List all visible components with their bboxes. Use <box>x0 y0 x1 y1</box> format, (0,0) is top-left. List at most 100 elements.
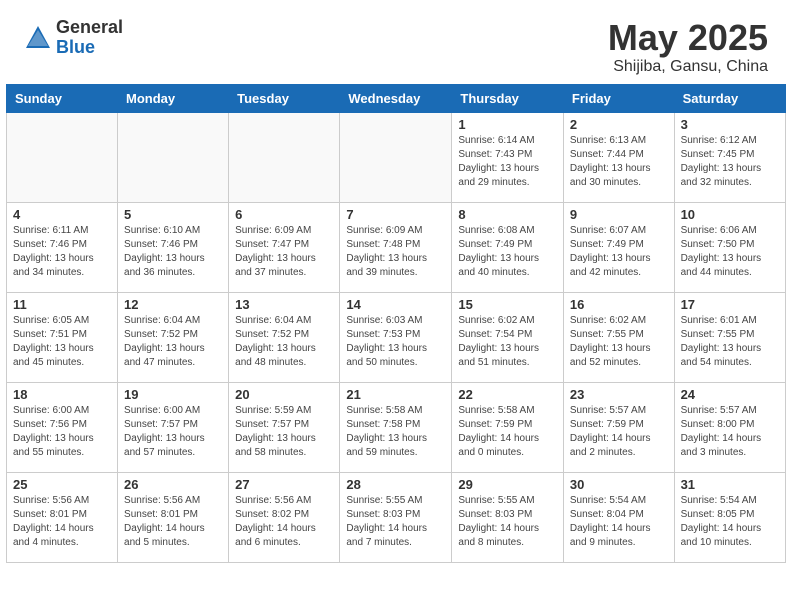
day-number: 21 <box>346 387 445 402</box>
calendar-cell: 23Sunrise: 5:57 AMSunset: 7:59 PMDayligh… <box>563 382 674 472</box>
day-info: Sunrise: 6:09 AMSunset: 7:48 PMDaylight:… <box>346 224 445 280</box>
calendar-week-3: 18 Sunrise: 6:00 AMSunset: 7:56 PMDayligh… <box>7 382 786 472</box>
calendar-week-1: 4Sunrise: 6:11 AMSunset: 7:46 PMDaylight… <box>7 202 786 292</box>
logo-general: General <box>56 18 123 38</box>
day-info: Sunrise: 6:11 AMSunset: 7:46 PMDaylight:… <box>13 224 111 280</box>
day-info: Sunrise: 6:07 AMSunset: 7:49 PMDaylight:… <box>570 224 668 280</box>
calendar-cell: 29 Sunrise: 5:55 AMSunset: 8:03 PMDayligh… <box>452 472 563 562</box>
calendar-cell: 13 Sunrise: 6:04 AMSunset: 7:52 PMDayligh… <box>229 292 340 382</box>
day-info: Sunrise: 5:57 AMSunset: 8:00 PMDaylight:… <box>681 404 779 460</box>
calendar-week-0: 1 Sunrise: 6:14 AMSunset: 7:43 PMDaylight… <box>7 112 786 202</box>
calendar-cell: 18 Sunrise: 6:00 AMSunset: 7:56 PMDayligh… <box>7 382 118 472</box>
calendar-week-2: 11Sunrise: 6:05 AMSunset: 7:51 PMDayligh… <box>7 292 786 382</box>
day-info: Sunrise: 6:04 AMSunset: 7:52 PMDaylight:… <box>124 314 222 370</box>
day-info: Sunrise: 5:55 AMSunset: 8:03 PMDaylight:… <box>346 494 445 550</box>
calendar-cell <box>7 112 118 202</box>
calendar-cell: 4Sunrise: 6:11 AMSunset: 7:46 PMDaylight… <box>7 202 118 292</box>
day-info: Sunrise: 6:09 AMSunset: 7:47 PMDaylight:… <box>235 224 333 280</box>
col-tuesday: Tuesday <box>229 84 340 112</box>
day-number: 17 <box>681 297 779 312</box>
calendar-cell: 31 Sunrise: 5:54 AMSunset: 8:05 PMDayligh… <box>674 472 785 562</box>
calendar-cell <box>340 112 452 202</box>
day-info: Sunrise: 5:55 AMSunset: 8:03 PMDaylight:… <box>458 494 556 550</box>
day-info: Sunrise: 6:14 AMSunset: 7:43 PMDaylight:… <box>458 134 556 190</box>
day-number: 8 <box>458 207 556 222</box>
calendar-cell: 6 Sunrise: 6:09 AMSunset: 7:47 PMDaylight… <box>229 202 340 292</box>
logo-text: General Blue <box>56 18 123 58</box>
day-number: 27 <box>235 477 333 492</box>
day-number: 5 <box>124 207 222 222</box>
calendar-cell: 8 Sunrise: 6:08 AMSunset: 7:49 PMDaylight… <box>452 202 563 292</box>
day-info: Sunrise: 6:06 AMSunset: 7:50 PMDaylight:… <box>681 224 779 280</box>
day-number: 26 <box>124 477 222 492</box>
day-info: Sunrise: 5:56 AMSunset: 8:01 PMDaylight:… <box>124 494 222 550</box>
calendar-cell: 26 Sunrise: 5:56 AMSunset: 8:01 PMDayligh… <box>118 472 229 562</box>
calendar-cell: 7 Sunrise: 6:09 AMSunset: 7:48 PMDaylight… <box>340 202 452 292</box>
day-number: 19 <box>124 387 222 402</box>
day-number: 11 <box>13 297 111 312</box>
day-number: 31 <box>681 477 779 492</box>
col-monday: Monday <box>118 84 229 112</box>
day-number: 29 <box>458 477 556 492</box>
calendar-cell: 27 Sunrise: 5:56 AMSunset: 8:02 PMDayligh… <box>229 472 340 562</box>
day-number: 22 <box>458 387 556 402</box>
logo-icon <box>24 24 52 52</box>
calendar-cell: 1 Sunrise: 6:14 AMSunset: 7:43 PMDaylight… <box>452 112 563 202</box>
day-number: 28 <box>346 477 445 492</box>
col-friday: Friday <box>563 84 674 112</box>
calendar-table: Sunday Monday Tuesday Wednesday Thursday… <box>6 84 786 563</box>
calendar-cell: 5Sunrise: 6:10 AMSunset: 7:46 PMDaylight… <box>118 202 229 292</box>
calendar-cell: 28 Sunrise: 5:55 AMSunset: 8:03 PMDayligh… <box>340 472 452 562</box>
day-info: Sunrise: 5:58 AMSunset: 7:58 PMDaylight:… <box>346 404 445 460</box>
calendar-cell: 14Sunrise: 6:03 AMSunset: 7:53 PMDayligh… <box>340 292 452 382</box>
header-row: Sunday Monday Tuesday Wednesday Thursday… <box>7 84 786 112</box>
day-number: 1 <box>458 117 556 132</box>
day-number: 24 <box>681 387 779 402</box>
calendar-cell: 22Sunrise: 5:58 AMSunset: 7:59 PMDayligh… <box>452 382 563 472</box>
day-number: 3 <box>681 117 779 132</box>
calendar-cell: 16 Sunrise: 6:02 AMSunset: 7:55 PMDayligh… <box>563 292 674 382</box>
day-number: 13 <box>235 297 333 312</box>
location: Shijiba, Gansu, China <box>608 58 768 76</box>
day-number: 23 <box>570 387 668 402</box>
calendar-cell: 10Sunrise: 6:06 AMSunset: 7:50 PMDayligh… <box>674 202 785 292</box>
day-number: 6 <box>235 207 333 222</box>
day-info: Sunrise: 6:04 AMSunset: 7:52 PMDaylight:… <box>235 314 333 370</box>
calendar-cell: 21 Sunrise: 5:58 AMSunset: 7:58 PMDayligh… <box>340 382 452 472</box>
col-wednesday: Wednesday <box>340 84 452 112</box>
day-info: Sunrise: 5:56 AMSunset: 8:01 PMDaylight:… <box>13 494 111 550</box>
day-info: Sunrise: 5:54 AMSunset: 8:05 PMDaylight:… <box>681 494 779 550</box>
day-number: 7 <box>346 207 445 222</box>
day-info: Sunrise: 6:01 AMSunset: 7:55 PMDaylight:… <box>681 314 779 370</box>
day-info: Sunrise: 5:56 AMSunset: 8:02 PMDaylight:… <box>235 494 333 550</box>
day-info: Sunrise: 6:00 AMSunset: 7:57 PMDaylight:… <box>124 404 222 460</box>
day-number: 20 <box>235 387 333 402</box>
day-info: Sunrise: 6:02 AMSunset: 7:55 PMDaylight:… <box>570 314 668 370</box>
day-number: 18 <box>13 387 111 402</box>
calendar-cell: 25 Sunrise: 5:56 AMSunset: 8:01 PMDayligh… <box>7 472 118 562</box>
col-sunday: Sunday <box>7 84 118 112</box>
day-number: 15 <box>458 297 556 312</box>
calendar-week-4: 25 Sunrise: 5:56 AMSunset: 8:01 PMDayligh… <box>7 472 786 562</box>
calendar-cell <box>118 112 229 202</box>
calendar-cell: 15Sunrise: 6:02 AMSunset: 7:54 PMDayligh… <box>452 292 563 382</box>
day-number: 2 <box>570 117 668 132</box>
calendar-cell: 17 Sunrise: 6:01 AMSunset: 7:55 PMDayligh… <box>674 292 785 382</box>
day-info: Sunrise: 6:12 AMSunset: 7:45 PMDaylight:… <box>681 134 779 190</box>
logo-blue: Blue <box>56 38 123 58</box>
calendar-cell <box>229 112 340 202</box>
calendar-header: Sunday Monday Tuesday Wednesday Thursday… <box>7 84 786 112</box>
day-info: Sunrise: 6:08 AMSunset: 7:49 PMDaylight:… <box>458 224 556 280</box>
calendar-cell: 19 Sunrise: 6:00 AMSunset: 7:57 PMDayligh… <box>118 382 229 472</box>
day-number: 25 <box>13 477 111 492</box>
calendar-cell: 9 Sunrise: 6:07 AMSunset: 7:49 PMDaylight… <box>563 202 674 292</box>
calendar-cell: 30Sunrise: 5:54 AMSunset: 8:04 PMDayligh… <box>563 472 674 562</box>
day-number: 9 <box>570 207 668 222</box>
calendar-cell: 3 Sunrise: 6:12 AMSunset: 7:45 PMDaylight… <box>674 112 785 202</box>
day-number: 30 <box>570 477 668 492</box>
day-number: 16 <box>570 297 668 312</box>
day-info: Sunrise: 6:00 AMSunset: 7:56 PMDaylight:… <box>13 404 111 460</box>
day-info: Sunrise: 5:59 AMSunset: 7:57 PMDaylight:… <box>235 404 333 460</box>
col-thursday: Thursday <box>452 84 563 112</box>
calendar-wrapper: Sunday Monday Tuesday Wednesday Thursday… <box>0 84 792 569</box>
